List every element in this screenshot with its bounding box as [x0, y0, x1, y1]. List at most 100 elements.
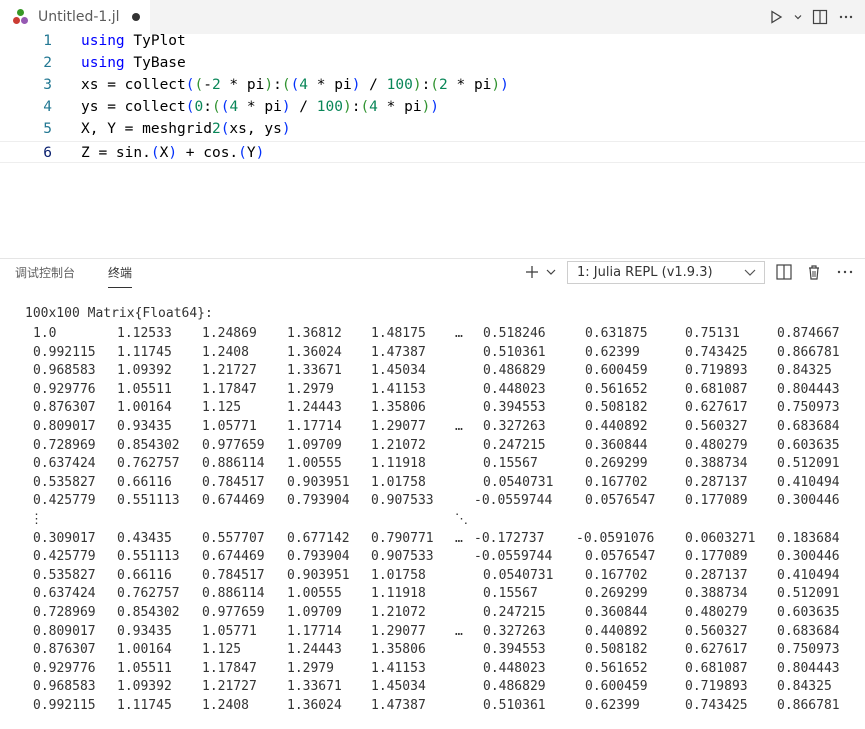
- code-text: X, Y = meshgrid2(xs, ys): [81, 121, 291, 137]
- matrix-cell: 0.309017: [33, 530, 96, 546]
- unsaved-dot-icon[interactable]: [131, 13, 140, 21]
- matrix-cell: ⋱: [455, 512, 468, 527]
- matrix-cell: 0.728969: [33, 437, 96, 453]
- matrix-cell: 0.480279: [685, 605, 748, 620]
- more-actions-icon[interactable]: [835, 6, 857, 28]
- matrix-cell: 0.929776: [33, 381, 96, 397]
- matrix-cell: 0.84325: [777, 363, 832, 379]
- matrix-cell: 0.719893: [685, 363, 748, 379]
- matrix-cell: 0.683684: [777, 419, 840, 434]
- matrix-cell: 1.29077: [371, 419, 426, 434]
- matrix-cell: 0.561652: [585, 381, 648, 397]
- code-text: Z = sin.(X) + cos.(Y): [81, 145, 265, 161]
- matrix-cell: 0.394553: [483, 400, 546, 416]
- matrix-cell: 1.2979: [287, 381, 334, 397]
- matrix-cell: 0.0576547: [585, 493, 656, 509]
- editor-tab[interactable]: Untitled-1.jl: [0, 0, 150, 34]
- matrix-cell: 0.728969: [33, 605, 96, 620]
- matrix-cell: 0.327263: [483, 623, 546, 639]
- matrix-cell: 0.93435: [117, 623, 172, 639]
- matrix-cell: -0.0559744: [474, 549, 553, 565]
- matrix-cell: 1.36024: [287, 698, 342, 713]
- line-number: 4: [43, 99, 52, 115]
- run-icon[interactable]: [765, 6, 787, 28]
- matrix-cell: 0.866781: [777, 698, 840, 713]
- matrix-cell: 0.247215: [483, 437, 546, 453]
- line-number: 2: [43, 55, 52, 71]
- matrix-cell: 1.47387: [371, 344, 426, 360]
- matrix-cell: 0.677142: [287, 530, 350, 546]
- split-terminal-icon[interactable]: [775, 263, 793, 285]
- matrix-cell: 0.560327: [685, 419, 748, 434]
- trash-icon[interactable]: [805, 263, 823, 285]
- matrix-cell: 0.425779: [33, 493, 96, 509]
- matrix-cell: ⋮: [30, 512, 43, 527]
- matrix-cell: 1.2979: [287, 660, 334, 676]
- chevron-down-icon[interactable]: [545, 264, 557, 284]
- matrix-cell: 0.167702: [585, 567, 648, 583]
- matrix-cell: 0.793904: [287, 493, 350, 509]
- matrix-cell: 0.300446: [777, 493, 840, 509]
- matrix-cell: -0.0591076: [576, 530, 655, 546]
- matrix-cell: 1.33671: [287, 679, 342, 695]
- line-number: 3: [43, 77, 52, 93]
- matrix-cell: 0.784517: [202, 474, 265, 490]
- matrix-cell: 1.48175: [371, 326, 426, 341]
- matrix-cell: 0.977659: [202, 437, 265, 453]
- code-line: 5 X, Y = meshgrid2(xs, ys): [0, 118, 865, 140]
- matrix-cell: 0.0540731: [483, 567, 554, 583]
- matrix-cell: 0.683684: [777, 623, 840, 639]
- matrix-cell: 0.804443: [777, 660, 840, 676]
- matrix-cell: 0.360844: [585, 437, 648, 453]
- matrix-cell: 0.557707: [202, 530, 265, 546]
- matrix-cell: 0.512091: [777, 586, 840, 602]
- matrix-cell: 1.17847: [202, 381, 257, 397]
- tab-debug-console[interactable]: 调试控制台: [15, 259, 75, 287]
- matrix-cell: 0.535827: [33, 474, 96, 490]
- matrix-cell: 0.167702: [585, 474, 648, 490]
- matrix-cell: 1.36024: [287, 344, 342, 360]
- terminal-select[interactable]: 1: Julia REPL (v1.9.3): [567, 261, 765, 284]
- run-options-chevron-icon[interactable]: [791, 6, 805, 28]
- matrix-cell: 0.43435: [117, 530, 172, 546]
- matrix-cell: 0.448023: [483, 660, 546, 676]
- matrix-cell: 0.247215: [483, 605, 546, 620]
- matrix-cell: 1.01758: [371, 474, 426, 490]
- matrix-cell: 0.876307: [33, 400, 96, 416]
- matrix-cell: 0.535827: [33, 567, 96, 583]
- matrix-cell: 0.793904: [287, 549, 350, 565]
- terminal-output[interactable]: 100x100 Matrix{Float64}: 1.0 1.12533 1.248…: [0, 300, 865, 729]
- split-editor-icon[interactable]: [809, 6, 831, 28]
- matrix-cell: 0.448023: [483, 381, 546, 397]
- matrix-cell: 0.903951: [287, 474, 350, 490]
- matrix-cell: 0.719893: [685, 679, 748, 695]
- plus-icon[interactable]: [523, 262, 541, 286]
- matrix-cell: 1.21727: [202, 363, 257, 379]
- matrix-cell: 0.907533: [371, 493, 434, 509]
- matrix-cell: 0.681087: [685, 381, 748, 397]
- matrix-cell: 1.29077: [371, 623, 426, 639]
- matrix-cell: 0.510361: [483, 344, 546, 360]
- tab-terminal[interactable]: 终端: [108, 259, 133, 288]
- matrix-cell: 0.66116: [117, 567, 172, 583]
- ellipsis-icon[interactable]: [836, 263, 854, 285]
- matrix-cell: 0.508182: [585, 642, 648, 658]
- matrix-cell: 1.24869: [202, 326, 257, 341]
- terminal-select-value: 1: Julia REPL (v1.9.3): [577, 265, 713, 280]
- matrix-cell: 0.269299: [585, 586, 648, 602]
- code-line: 4 ys = collect(0:((4 * pi) / 100):(4 * p…: [0, 96, 865, 118]
- matrix-cell: 0.750973: [777, 642, 840, 658]
- matrix-cell: 0.866781: [777, 344, 840, 360]
- line-number: 6: [43, 145, 52, 161]
- code-line-current: 6 Z = sin.(X) + cos.(Y): [0, 141, 865, 163]
- matrix-cell: 0.410494: [777, 474, 840, 490]
- matrix-cell: 0.627617: [685, 642, 748, 658]
- matrix-cell: 0.93435: [117, 419, 172, 434]
- matrix-cell: 0.674469: [202, 549, 265, 565]
- matrix-cell: 0.603635: [777, 437, 840, 453]
- matrix-cell: 0.512091: [777, 456, 840, 472]
- code-editor[interactable]: 1 using TyPlot 2 using TyBase 3 xs = col…: [0, 33, 865, 258]
- matrix-cell: 1.35806: [371, 642, 426, 658]
- matrix-cell: 0.977659: [202, 605, 265, 620]
- code-line: 3 xs = collect((-2 * pi):((4 * pi) / 100…: [0, 74, 865, 96]
